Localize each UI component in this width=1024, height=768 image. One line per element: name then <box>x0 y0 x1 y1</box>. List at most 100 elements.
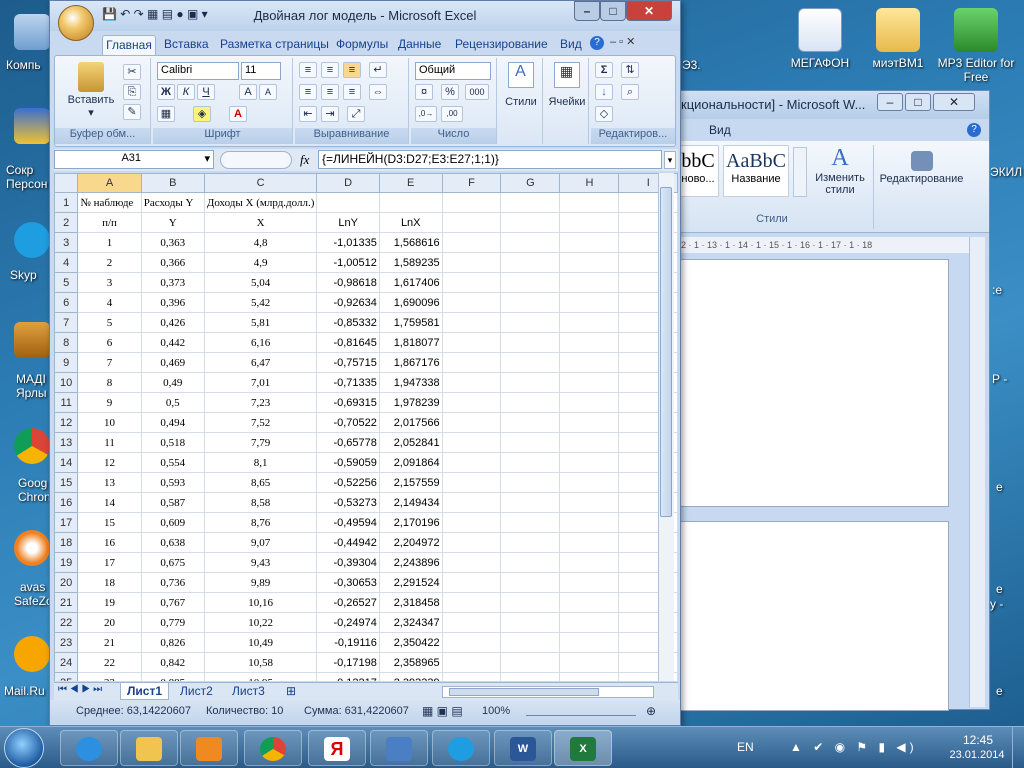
copy-icon[interactable]: ⎘ <box>123 84 141 100</box>
cell[interactable] <box>441 452 502 473</box>
clock-time[interactable]: 12:45 <box>948 733 1008 747</box>
cell[interactable]: 2,350422 <box>378 632 443 653</box>
cell[interactable]: 2,170196 <box>378 512 443 533</box>
cell[interactable]: 0,442 <box>140 332 205 353</box>
cell[interactable] <box>559 272 620 293</box>
quick-access-toolbar[interactable]: 💾 ↶ ↷ ▦ ▤ ● ▣ ▾ <box>102 7 222 25</box>
align-right-icon[interactable]: ≡ <box>343 84 361 100</box>
italic-button[interactable]: К <box>177 84 195 100</box>
cell[interactable] <box>559 332 620 353</box>
column-header[interactable]: A <box>77 173 142 193</box>
cell[interactable]: LnX <box>378 212 443 233</box>
cell[interactable]: 0,885 <box>140 672 205 681</box>
cell[interactable]: -0,92634 <box>316 292 380 313</box>
cell[interactable]: 0,49 <box>140 372 205 393</box>
office-button[interactable] <box>58 5 94 41</box>
row-header[interactable]: 11 <box>54 392 79 413</box>
tab-home[interactable]: Главная <box>102 35 156 55</box>
chrome-icon[interactable] <box>14 428 50 464</box>
view-buttons[interactable]: ▦ ▣ ▤ <box>422 700 463 722</box>
cell[interactable]: 2,291524 <box>378 572 443 593</box>
sheet-tab-2[interactable]: Лист2 <box>174 683 219 700</box>
cell[interactable] <box>559 432 620 453</box>
cell[interactable]: 2,358965 <box>378 652 443 673</box>
tab-view[interactable]: Вид <box>560 35 582 55</box>
avast-icon[interactable] <box>14 530 50 566</box>
language-indicator[interactable]: EN <box>737 740 754 754</box>
cell[interactable] <box>316 192 380 213</box>
cell[interactable]: 7 <box>77 352 142 373</box>
cell[interactable] <box>500 612 561 633</box>
align-middle-icon[interactable]: ≡ <box>321 62 339 78</box>
cell[interactable] <box>441 232 502 253</box>
cell[interactable] <box>500 232 561 253</box>
cell[interactable] <box>559 552 620 573</box>
window-controls-icons[interactable]: – ▫ ✕ <box>610 35 635 48</box>
cell[interactable] <box>559 592 620 613</box>
cell[interactable]: 5,81 <box>203 312 318 333</box>
cell[interactable] <box>500 192 561 213</box>
cell[interactable] <box>500 412 561 433</box>
zoom-level[interactable]: 100% <box>482 700 510 722</box>
cell[interactable]: 4,9 <box>203 252 318 273</box>
cell[interactable] <box>500 572 561 593</box>
cell[interactable]: 0,779 <box>140 612 205 633</box>
tab-page-layout[interactable]: Разметка страницы <box>220 35 329 55</box>
show-desktop-button[interactable] <box>1012 727 1024 768</box>
cell[interactable]: 13 <box>77 472 142 493</box>
row-header[interactable]: 23 <box>54 632 79 653</box>
taskbar-yandex[interactable]: Я <box>308 730 366 766</box>
font-size-select[interactable]: 11 <box>241 62 281 80</box>
cell[interactable]: 2,149434 <box>378 492 443 513</box>
cell[interactable]: X <box>203 212 318 233</box>
column-header[interactable]: F <box>441 173 502 193</box>
cell[interactable] <box>441 472 502 493</box>
cell[interactable]: LnY <box>316 212 380 233</box>
column-header[interactable]: D <box>316 173 380 193</box>
cell[interactable]: 2,324347 <box>378 612 443 633</box>
cell[interactable]: -0,26527 <box>316 592 380 613</box>
cell[interactable]: 1,947338 <box>378 372 443 393</box>
word-page[interactable] <box>677 259 949 507</box>
wrap-text-icon[interactable]: ↵ <box>369 62 387 78</box>
sheet-tab-3[interactable]: Лист3 <box>226 683 271 700</box>
cell[interactable] <box>500 472 561 493</box>
cell[interactable]: 2 <box>77 252 142 273</box>
align-top-icon[interactable]: ≡ <box>299 62 317 78</box>
autosum-icon[interactable]: Σ <box>595 62 613 78</box>
style-normal[interactable]: bbC ново... <box>677 145 719 197</box>
taskbar-explorer[interactable] <box>120 730 178 766</box>
cell[interactable]: 11 <box>77 432 142 453</box>
cell[interactable]: 8,1 <box>203 452 318 473</box>
cell[interactable]: 9 <box>77 392 142 413</box>
cell[interactable]: Доходы X (млрд.долл.) <box>203 192 318 213</box>
cell[interactable]: 0,373 <box>140 272 205 293</box>
cell[interactable] <box>500 452 561 473</box>
row-header[interactable]: 25 <box>54 672 79 681</box>
cell[interactable]: 2,157559 <box>378 472 443 493</box>
cell[interactable]: 7,01 <box>203 372 318 393</box>
cell[interactable] <box>441 372 502 393</box>
cell[interactable]: 2,204972 <box>378 532 443 553</box>
column-header[interactable]: B <box>140 173 205 193</box>
tab-review[interactable]: Рецензирование <box>455 35 548 55</box>
cell[interactable] <box>559 352 620 373</box>
taskbar-audio[interactable] <box>370 730 428 766</box>
cell[interactable]: 0,675 <box>140 552 205 573</box>
row-header[interactable]: 5 <box>54 272 79 293</box>
cell[interactable]: Y <box>140 212 205 233</box>
cell[interactable] <box>441 392 502 413</box>
h-scroll-thumb[interactable] <box>449 688 599 696</box>
grow-font-button[interactable]: A <box>239 84 257 100</box>
cell[interactable] <box>500 432 561 453</box>
row-header[interactable]: 12 <box>54 412 79 433</box>
sort-filter-icon[interactable]: ⇅ <box>621 62 639 78</box>
underline-button[interactable]: Ч <box>197 84 215 100</box>
cell[interactable]: 10 <box>77 412 142 433</box>
cell[interactable]: -0,98618 <box>316 272 380 293</box>
cell[interactable] <box>500 652 561 673</box>
cell[interactable]: 21 <box>77 632 142 653</box>
fill-icon[interactable]: ↓ <box>595 84 613 100</box>
cell[interactable]: 8 <box>77 372 142 393</box>
cell[interactable]: 1,759581 <box>378 312 443 333</box>
